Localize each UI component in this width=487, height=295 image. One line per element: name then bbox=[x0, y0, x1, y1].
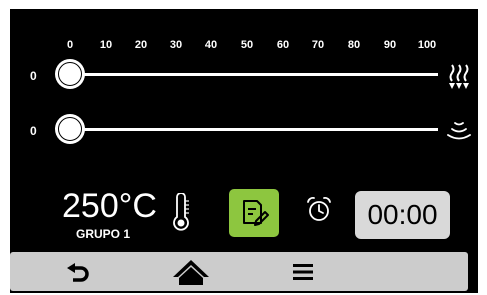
menu-icon[interactable] bbox=[293, 262, 313, 282]
alarm-clock-icon[interactable] bbox=[306, 196, 332, 224]
notes-edit-button[interactable] bbox=[229, 189, 279, 237]
slider-1-track[interactable] bbox=[70, 73, 438, 76]
scale-tick: 90 bbox=[383, 39, 397, 51]
percentage-scale: 0 10 20 30 40 50 60 70 80 90 100 bbox=[10, 39, 478, 53]
slider-1-handle[interactable] bbox=[55, 59, 85, 89]
timer-display[interactable]: 00:00 bbox=[355, 191, 450, 239]
heat-waves-down-icon bbox=[449, 64, 469, 89]
home-icon[interactable] bbox=[170, 257, 212, 287]
thermometer-icon bbox=[173, 193, 189, 231]
scale-tick: 0 bbox=[66, 39, 74, 51]
scale-tick: 70 bbox=[311, 39, 325, 51]
bottom-nav-bar bbox=[10, 252, 468, 291]
scale-tick: 40 bbox=[204, 39, 218, 51]
scale-tick: 80 bbox=[347, 39, 361, 51]
group-label: GRUPO 1 bbox=[76, 227, 131, 241]
scale-tick: 10 bbox=[99, 39, 113, 51]
scale-tick: 50 bbox=[240, 39, 254, 51]
scale-tick: 60 bbox=[276, 39, 290, 51]
slider-1-value: 0 bbox=[30, 69, 37, 83]
steam-icon bbox=[447, 122, 471, 140]
temperature-readout: 250°C bbox=[62, 187, 157, 225]
scale-tick: 20 bbox=[134, 39, 148, 51]
notes-edit-icon bbox=[243, 200, 269, 226]
slider-2-value: 0 bbox=[30, 124, 37, 138]
back-icon[interactable] bbox=[65, 261, 91, 283]
scale-tick: 30 bbox=[169, 39, 183, 51]
slider-2-handle[interactable] bbox=[55, 114, 85, 144]
scale-tick: 100 bbox=[417, 39, 437, 51]
slider-2-track[interactable] bbox=[70, 128, 438, 131]
oven-control-screen: 0 10 20 30 40 50 60 70 80 90 100 0 0 250… bbox=[10, 9, 478, 293]
